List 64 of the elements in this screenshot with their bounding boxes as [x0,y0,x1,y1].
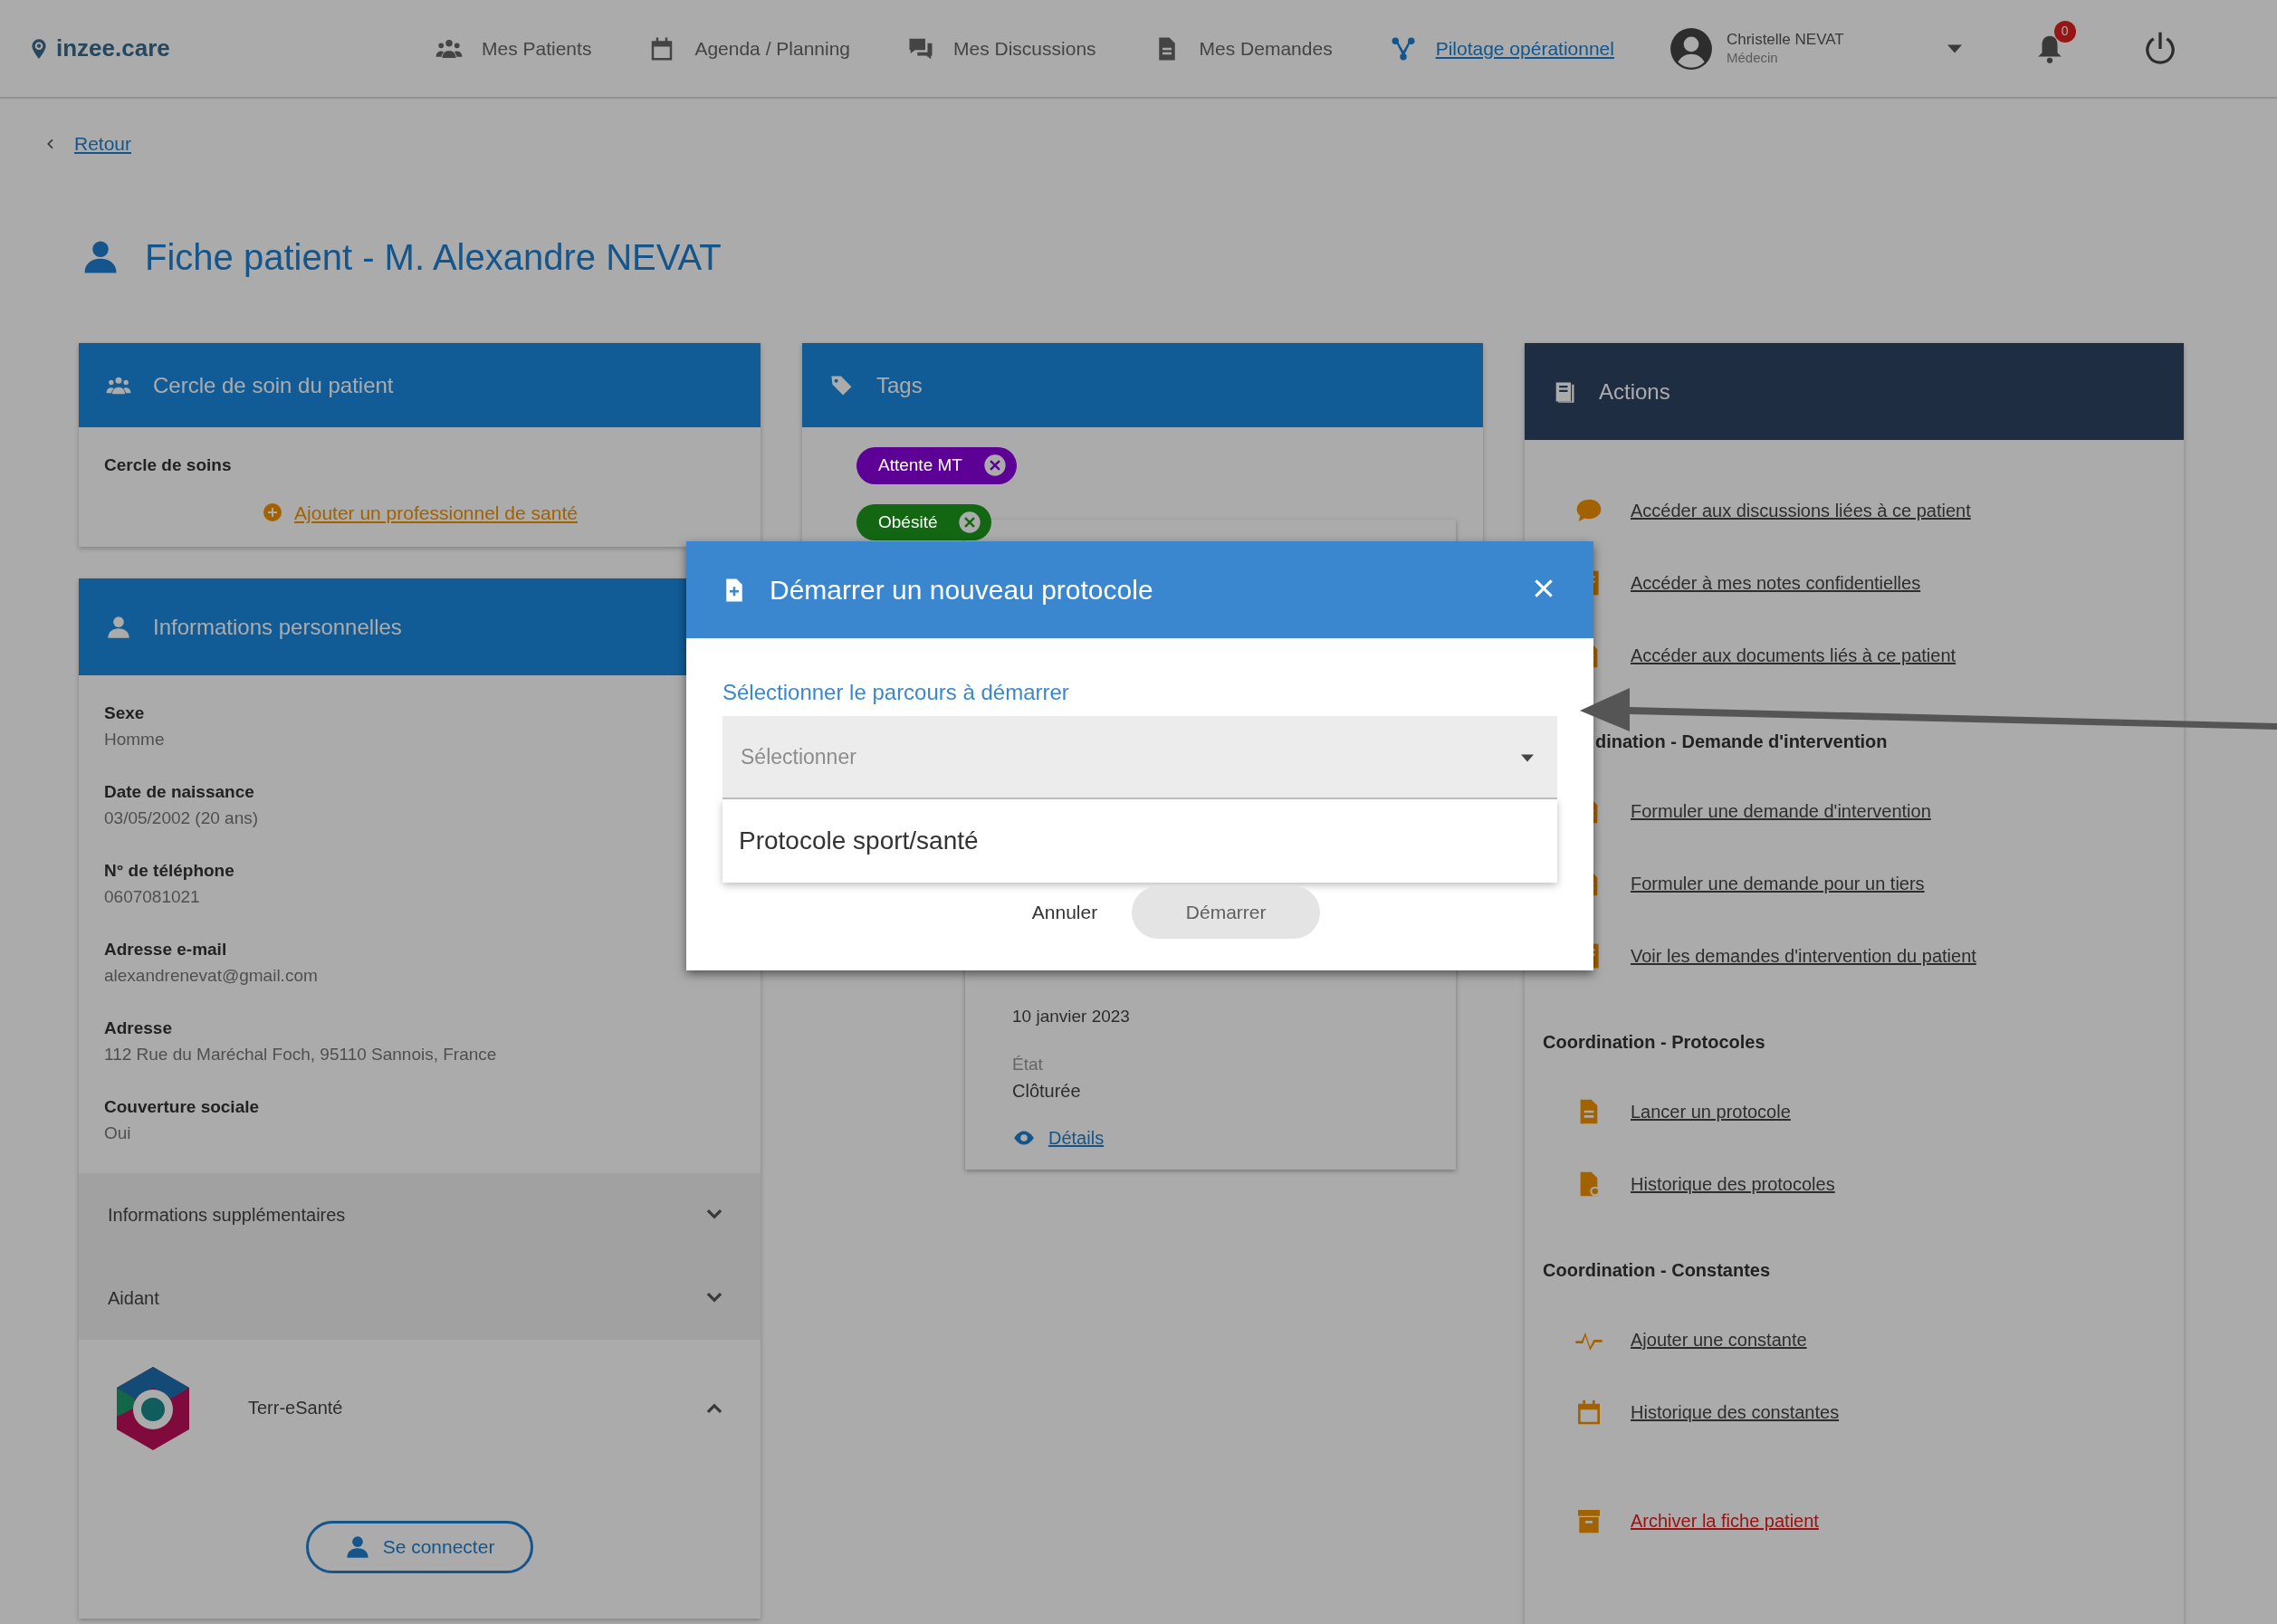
back-link[interactable]: Retour [74,129,132,158]
field-value: alexandrenevat@gmail.com [104,964,319,987]
nav-link[interactable]: Mes Discussions [904,33,1096,63]
section-heading: dination - Demande d'intervention [1594,731,1889,753]
action-link[interactable]: Ajouter une constante [1631,1326,1807,1353]
accordion-header[interactable]: Informations supplémentaires [79,1173,761,1256]
section-heading: Coordination - Constantes [1543,1259,1772,1282]
remove-icon[interactable] [981,453,1008,479]
card-title: Tags [876,371,923,399]
field-label: N° de téléphone [104,860,235,882]
page-title: Fiche patient - M. Alexandre NEVAT [145,236,722,279]
field-value: 0607081021 [104,885,201,908]
cancel-button[interactable]: Annuler [1013,886,1116,939]
field-label: Adresse [104,1017,173,1039]
tag-label: Attente MT [878,454,962,476]
logo-text: inzee.care [56,33,170,63]
tag-label: Obésité [878,511,938,533]
action-link[interactable]: Formuler une demande d'intervention [1631,798,1931,825]
select-field[interactable]: Sélectionner [722,716,1557,799]
action-link[interactable]: Historique des constantes [1631,1399,1840,1426]
connect-button[interactable]: Se connecter [305,1521,534,1573]
field-value: Oui [104,1122,132,1144]
modal-title: Démarrer un nouveau protocole [770,574,1154,607]
card-title: Actions [1599,377,1670,406]
action-link[interactable]: Formuler une demande pour un tiers [1631,870,1925,897]
field-label: Sélectionner le parcours à démarrer [722,679,1070,706]
details-link[interactable]: Détails [1048,1124,1105,1151]
action-link[interactable]: Historique des protocoles [1631,1170,1835,1198]
section-heading: Coordination - Protocoles [1543,1031,1766,1054]
dropdown-option[interactable]: Protocole sport/santé [722,799,1557,883]
action-link[interactable]: Lancer un protocole [1631,1098,1791,1125]
caret-icon [1947,43,1962,53]
field-label: Date de naissance [104,781,255,803]
status-value: Clôturée [1012,1080,1082,1103]
field-value: 03/05/2002 (20 ans) [104,807,260,829]
user-role: Médecin [1726,49,1779,66]
caret-icon [1521,754,1534,762]
accordion-header[interactable]: Terr-eSanté [79,1340,761,1476]
nav-link[interactable]: Pilotage opérationnel [1386,33,1614,63]
field-value: Homme [104,728,166,750]
action-link[interactable]: Accéder aux discussions liées à ce patient [1631,497,1971,524]
action-link[interactable]: Voir les demandes d'intervention du patient [1631,942,1976,970]
field-label: Couverture sociale [104,1096,261,1118]
field-label: Adresse e-mail [104,939,228,960]
action-link[interactable]: Accéder aux documents liés à ce patient [1631,642,1956,669]
card-title: Informations personnelles [153,613,402,641]
nav-link[interactable]: Agenda / Planning [646,33,851,63]
field-value: 112 Rue du Maréchal Foch, 95110 Sannois, France [104,1043,498,1065]
user-icon [344,1533,370,1560]
nav-link[interactable]: Mes Patients [433,33,592,63]
status-label: État [1012,1053,1044,1075]
remove-icon[interactable] [957,509,983,535]
section-label: Cercle de soins [104,454,233,476]
field-label: Sexe [104,702,146,724]
action-link[interactable]: Archiver la fiche patient [1631,1507,1819,1534]
accordion-header[interactable]: Aidant [79,1256,761,1340]
notification-badge: 0 [2053,20,2076,43]
plus-icon [262,502,284,524]
avatar-icon [1668,25,1714,72]
action-link[interactable]: Accéder à mes notes confidentielles [1631,569,1921,597]
card-title: Cercle de soin du patient [153,371,394,399]
nav-link[interactable]: Mes Demandes [1150,33,1333,63]
user-name: Christelle NEVAT [1726,31,1844,50]
protocol-date: 10 janvier 2023 [1012,1006,1131,1027]
